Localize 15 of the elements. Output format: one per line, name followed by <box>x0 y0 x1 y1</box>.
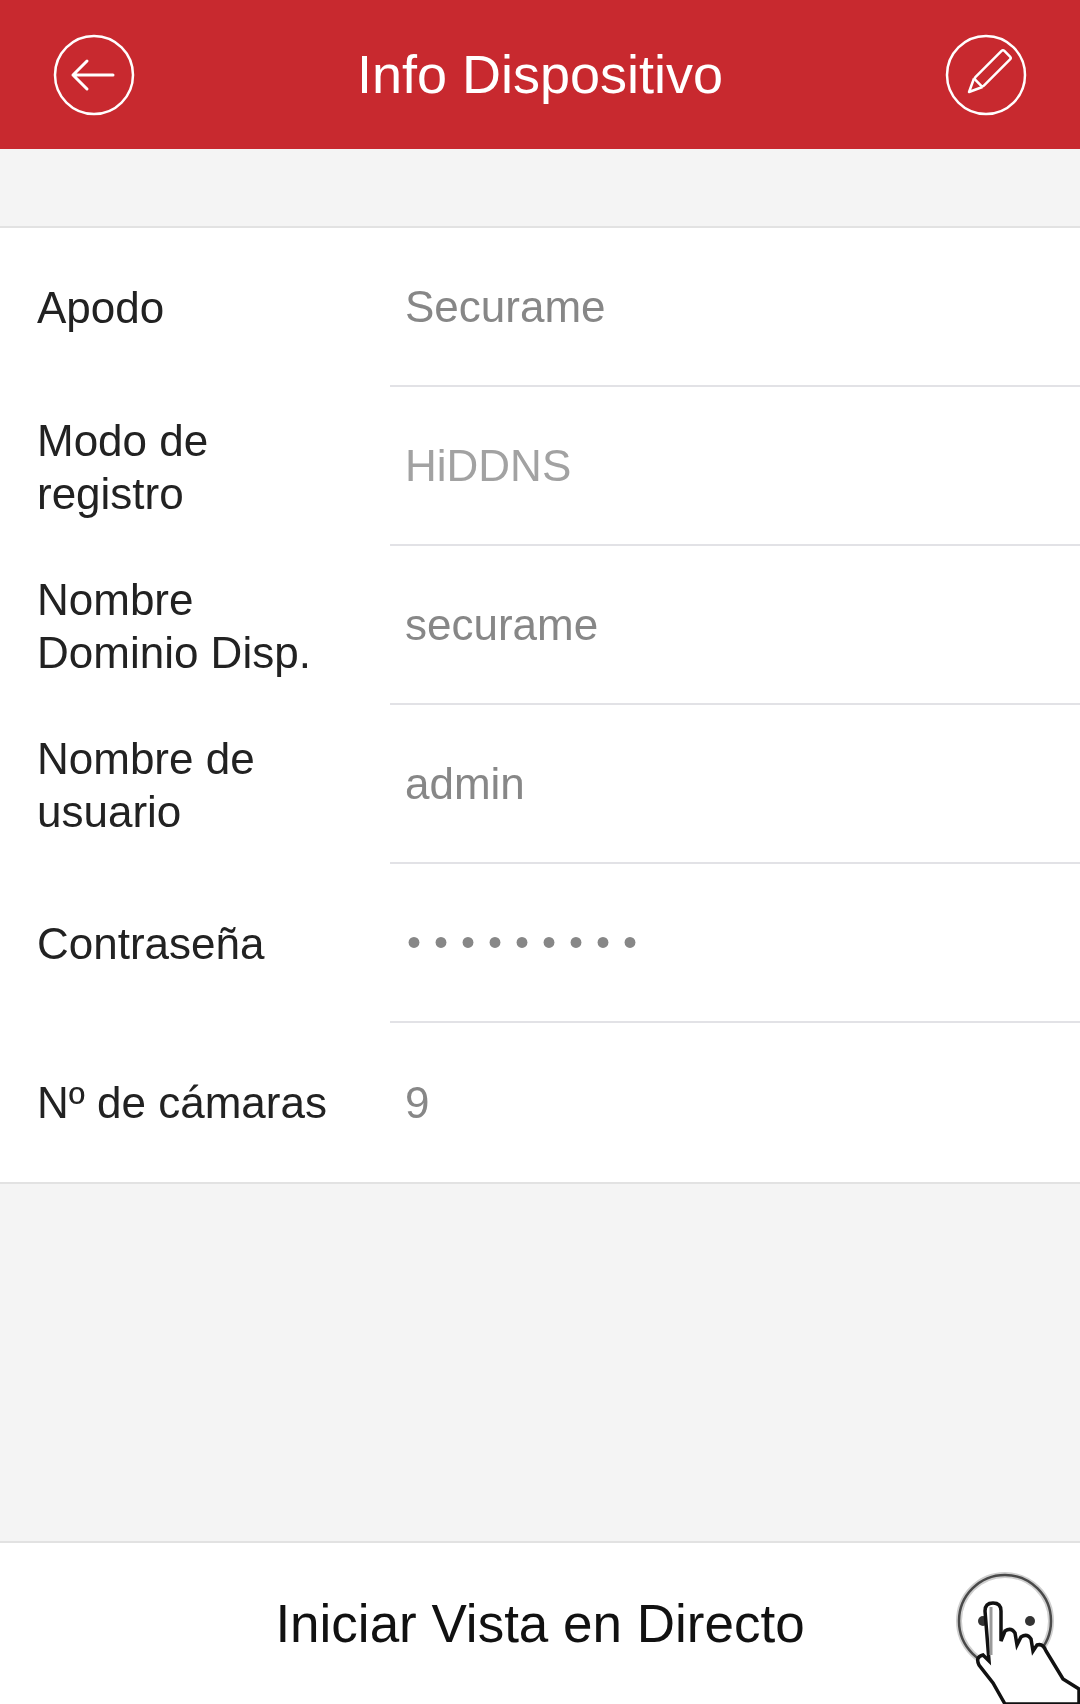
pencil-icon[interactable] <box>945 33 1027 116</box>
field-value: 9 <box>405 1077 430 1128</box>
field-label: Modo de registro <box>37 414 210 520</box>
input-field[interactable]: Securame <box>390 228 1080 387</box>
start-live-view-button[interactable]: Iniciar Vista en Directo <box>0 1541 1080 1704</box>
input-field[interactable]: admin <box>390 705 1080 864</box>
field-label: Nombre Dominio Disp. <box>37 573 312 679</box>
field-label: Nº de cámaras <box>37 1077 327 1129</box>
password-field[interactable]: ••••••••• <box>390 864 1080 1023</box>
page-title: Info Dispositivo <box>356 44 724 105</box>
field-label: Apodo <box>37 282 165 334</box>
tap-cursor-icon <box>955 1571 1080 1704</box>
input-field[interactable]: securame <box>390 546 1080 705</box>
field-label: Nombre de usuario <box>37 732 256 838</box>
field-label: Contraseña <box>37 918 265 970</box>
